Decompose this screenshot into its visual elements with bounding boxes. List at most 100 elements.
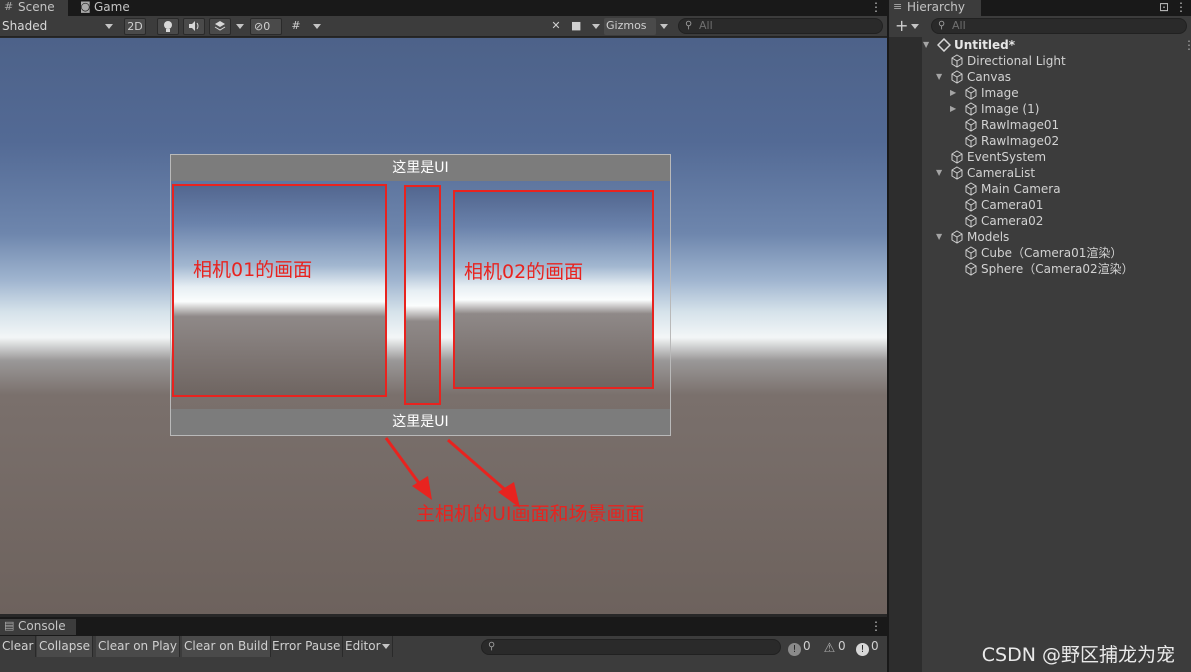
hierarchy-menu-icon[interactable]: ⋮ xyxy=(1175,0,1187,16)
grid-toggle-button[interactable]: # xyxy=(285,18,307,35)
gameobject-cube-icon xyxy=(965,102,977,116)
annotation-label-main: 主相机的UI画面和场景画面 xyxy=(416,503,645,525)
tab-console[interactable]: ▤ Console xyxy=(0,619,76,635)
ui-top-bar: 这里是UI xyxy=(171,155,670,181)
clear-button[interactable]: Clear xyxy=(0,636,37,657)
audio-toggle-button[interactable] xyxy=(183,18,205,35)
list-icon: ≡ xyxy=(893,0,903,13)
hierarchy-list: ▼ Untitled* ⋮ Directional Light ▼ Canvas… xyxy=(922,37,1191,672)
error-count-toggle[interactable]: ! 0 xyxy=(856,638,879,656)
hidden-objects-toggle[interactable]: ⊘0 xyxy=(250,18,282,35)
expand-arrow-icon[interactable]: ▼ xyxy=(936,229,946,245)
gameobject-cube-icon xyxy=(965,118,977,132)
hierarchy-panel: ≡ Hierarchy ⊡ ⋮ + ⚲ All ▼ Untitled* ⋮ Di… xyxy=(889,0,1191,672)
chevron-down-icon[interactable] xyxy=(236,24,244,29)
chevron-down-icon[interactable] xyxy=(660,24,668,29)
console-search-input[interactable]: ⚲ xyxy=(481,639,781,655)
lock-icon[interactable]: ⊡ xyxy=(1159,0,1169,16)
expand-arrow-icon[interactable]: ▼ xyxy=(936,165,946,181)
warning-count-toggle[interactable]: ⚠ 0 xyxy=(823,638,846,655)
shading-mode-dropdown[interactable]: Shaded xyxy=(2,19,47,34)
scene-toolbar: Shaded 2D ⊘0 # ✕ ■ Gizmos ⚲ All xyxy=(0,16,887,37)
gameobject-cube-icon xyxy=(965,134,977,148)
clear-on-build-button[interactable]: Clear on Build xyxy=(182,636,272,657)
annotation-box-camera01 xyxy=(172,184,387,397)
lightbulb-icon xyxy=(164,21,172,32)
unity-scene-icon xyxy=(937,38,951,52)
chevron-down-icon[interactable] xyxy=(911,24,919,29)
watermark: CSDN @野区捕龙为宠 xyxy=(981,644,1175,666)
gamepad-icon: ◙ xyxy=(80,0,91,13)
scene-viewport[interactable]: 这里是UI 这里是UI 相机01的画面 相机02的画面 主相机的UI画面和场景画… xyxy=(0,38,887,614)
console-icon: ▤ xyxy=(4,619,15,632)
gameobject-cube-icon xyxy=(951,54,963,68)
2d-toggle-button[interactable]: 2D xyxy=(124,18,146,35)
error-pause-button[interactable]: Error Pause xyxy=(270,636,344,657)
wrench-icon: ✕ xyxy=(551,19,561,32)
gameobject-cube-icon xyxy=(965,262,977,276)
hash-icon: # xyxy=(4,0,14,13)
search-icon: ⚲ xyxy=(685,20,693,31)
collapsed-arrow-icon[interactable]: ▶ xyxy=(950,85,960,101)
console-menu-icon[interactable]: ⋮ xyxy=(870,619,882,635)
info-icon: ! xyxy=(788,643,801,656)
collapse-button[interactable]: Collapse xyxy=(37,636,93,657)
gameobject-cube-icon xyxy=(965,86,977,100)
scene-tabbar: # Scene ◙ Game ⋮ xyxy=(0,0,887,16)
gameobject-cube-icon xyxy=(951,230,963,244)
gameobject-cube-icon xyxy=(965,198,977,212)
expand-arrow-icon[interactable]: ▼ xyxy=(936,69,946,85)
scene-menu-icon[interactable]: ⋮ xyxy=(1183,37,1191,53)
annotation-box-camera02 xyxy=(453,190,654,389)
hierarchy-gutter xyxy=(889,37,922,672)
expand-arrow-icon[interactable]: ▼ xyxy=(923,37,933,53)
scene-search-input[interactable]: ⚲ All xyxy=(678,18,883,34)
plus-icon: + xyxy=(895,16,909,35)
annotation-label-camera01: 相机01的画面 xyxy=(193,259,313,281)
layers-icon xyxy=(214,21,226,31)
error-icon: ! xyxy=(856,643,869,656)
chevron-down-icon xyxy=(105,24,113,29)
camera-icon: ■ xyxy=(571,19,582,32)
scene-root-item[interactable]: ▼ Untitled* ⋮ xyxy=(923,37,1191,53)
warning-icon: ⚠ xyxy=(823,641,836,656)
lighting-toggle-button[interactable] xyxy=(157,18,179,35)
chevron-down-icon xyxy=(382,644,390,649)
tools-button[interactable]: ✕ xyxy=(545,18,567,35)
add-object-button[interactable]: + xyxy=(895,17,908,35)
gameobject-cube-icon xyxy=(951,70,963,84)
gameobject-cube-icon xyxy=(951,150,963,164)
editor-dropdown[interactable]: Editor xyxy=(343,636,393,657)
scene-menu-icon[interactable]: ⋮ xyxy=(870,0,882,16)
gameobject-cube-icon xyxy=(965,246,977,260)
hierarchy-search-input[interactable]: ⚲ All xyxy=(931,18,1187,34)
console-panel: ▤ Console ⋮ Clear Collapse Clear on Play… xyxy=(0,614,887,672)
tab-hierarchy[interactable]: ≡ Hierarchy xyxy=(889,0,981,16)
collapsed-arrow-icon[interactable]: ▶ xyxy=(950,101,960,117)
gameobject-cube-icon xyxy=(965,182,977,196)
gizmos-button[interactable]: Gizmos xyxy=(604,18,656,35)
hierarchy-toolbar: + ⚲ All xyxy=(889,16,1191,37)
grid-icon: # xyxy=(291,19,301,32)
console-tabbar: ▤ Console ⋮ xyxy=(0,617,887,636)
chevron-down-icon[interactable] xyxy=(592,24,600,29)
tab-game[interactable]: ◙ Game xyxy=(76,0,138,16)
chevron-down-icon[interactable] xyxy=(313,24,321,29)
hierarchy-tabbar: ≡ Hierarchy ⊡ ⋮ xyxy=(889,0,1191,16)
search-icon: ⚲ xyxy=(938,20,946,31)
scene-panel: # Scene ◙ Game ⋮ Shaded 2D ⊘0 # ✕ ■ Gizm… xyxy=(0,0,887,614)
annotation-arrows xyxy=(384,437,520,508)
speaker-icon xyxy=(189,21,199,31)
effects-toggle-button[interactable] xyxy=(209,18,231,35)
tab-scene[interactable]: # Scene xyxy=(0,0,68,16)
gameobject-cube-icon xyxy=(965,214,977,228)
annotation-box-main xyxy=(404,185,441,405)
search-icon: ⚲ xyxy=(488,641,496,652)
eye-slash-icon: ⊘ xyxy=(254,20,264,33)
clear-on-play-button[interactable]: Clear on Play xyxy=(96,636,180,657)
log-count-toggle[interactable]: ! 0 xyxy=(788,638,811,656)
gameobject-cube-icon xyxy=(951,166,963,180)
annotation-label-camera02: 相机02的画面 xyxy=(464,261,584,283)
console-toolbar: Clear Collapse Clear on Play Clear on Bu… xyxy=(0,636,887,672)
arrow-line-right xyxy=(447,438,511,496)
